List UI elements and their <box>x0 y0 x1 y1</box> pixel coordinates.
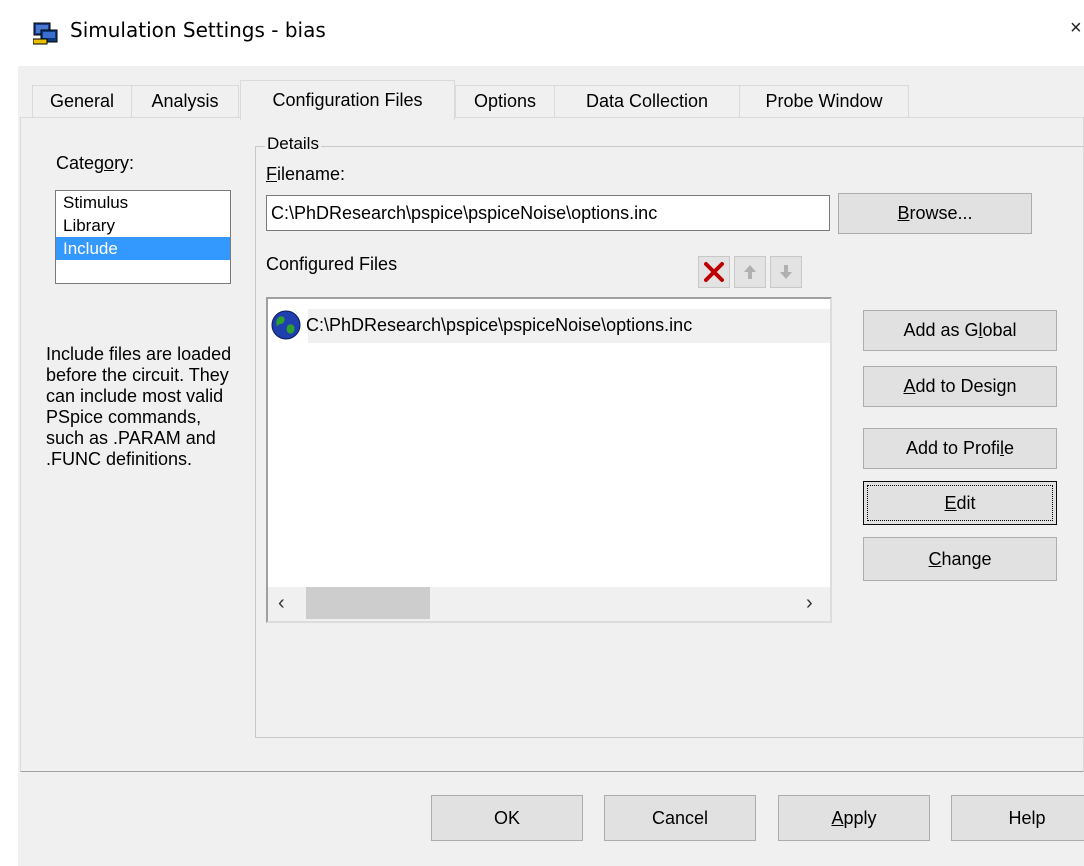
filename-input[interactable] <box>266 195 830 231</box>
browse-button[interactable]: Browse... <box>838 193 1032 234</box>
category-label: Category: <box>56 153 135 173</box>
scroll-left-icon[interactable]: ‹ <box>278 592 285 615</box>
scrollbar-thumb[interactable] <box>306 587 430 619</box>
tab-data-collection[interactable]: Data Collection <box>554 85 740 117</box>
configured-file-item[interactable]: C:\PhDResearch\pspice\pspiceNoise\option… <box>270 309 830 343</box>
ok-button[interactable]: OK <box>431 795 583 841</box>
tab-label: Probe Window <box>765 91 883 111</box>
help-button[interactable]: Help <box>951 795 1084 841</box>
tab-probe-window[interactable]: Probe Window <box>739 85 909 117</box>
delete-icon <box>704 262 724 282</box>
app-icon <box>32 21 59 45</box>
add-as-global-label: Add as Global <box>903 320 1017 340</box>
category-list[interactable]: Stimulus Library Include <box>55 190 231 284</box>
tab-general[interactable]: General <box>32 85 132 117</box>
cancel-button[interactable]: Cancel <box>604 795 756 841</box>
delete-button[interactable] <box>698 256 730 288</box>
change-button[interactable]: Change <box>863 537 1057 581</box>
move-down-button[interactable] <box>770 256 802 288</box>
apply-label: Apply <box>831 807 877 828</box>
move-up-icon <box>744 265 756 279</box>
filename-label: Filename: <box>266 164 346 184</box>
add-to-design-button[interactable]: Add to Design <box>863 366 1057 407</box>
move-up-button[interactable] <box>734 256 766 288</box>
category-help-text: Include files are loaded before the circ… <box>46 344 232 469</box>
tab-label: General <box>49 91 115 111</box>
add-to-profile-button[interactable]: Add to Profile <box>863 428 1057 469</box>
tab-label: Data Collection <box>585 91 709 111</box>
tab-label: Options <box>473 91 537 111</box>
category-item-include[interactable]: Include <box>56 237 230 260</box>
configured-files-label: Configured Files <box>266 254 398 274</box>
configured-files-list[interactable]: C:\PhDResearch\pspice\pspiceNoise\option… <box>266 297 832 623</box>
apply-button[interactable]: Apply <box>778 795 930 841</box>
add-to-design-label: Add to Design <box>903 376 1017 396</box>
edit-button[interactable]: Edit <box>863 481 1057 525</box>
close-button[interactable]: × <box>1070 17 1082 40</box>
tab-label: Configuration Files <box>272 90 423 110</box>
browse-button-label: Browse... <box>897 203 973 223</box>
horizontal-scrollbar[interactable]: ‹ › <box>268 587 830 621</box>
configured-file-path: C:\PhDResearch\pspice\pspiceNoise\option… <box>306 314 693 335</box>
scroll-right-icon[interactable]: › <box>806 592 813 615</box>
window-title: Simulation Settings - bias <box>70 18 326 42</box>
move-down-icon <box>780 265 792 279</box>
details-legend: Details <box>265 134 321 154</box>
tab-analysis[interactable]: Analysis <box>131 85 239 117</box>
tab-label: Analysis <box>151 91 219 111</box>
edit-label: Edit <box>944 492 976 513</box>
category-item-library[interactable]: Library <box>56 214 230 237</box>
globe-icon <box>271 310 301 340</box>
add-to-profile-label: Add to Profile <box>905 438 1015 458</box>
tab-options[interactable]: Options <box>455 85 555 117</box>
tab-configuration-files[interactable]: Configuration Files <box>240 80 455 120</box>
category-item-stimulus[interactable]: Stimulus <box>56 191 230 214</box>
change-label: Change <box>928 548 992 569</box>
add-as-global-button[interactable]: Add as Global <box>863 310 1057 351</box>
